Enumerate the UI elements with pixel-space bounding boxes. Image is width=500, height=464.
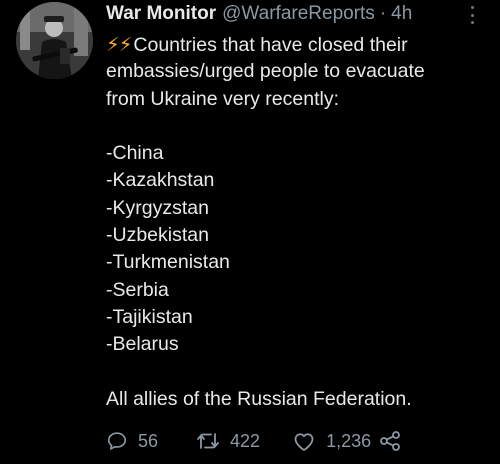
reply-icon (107, 432, 127, 450)
tweet-closing-line: All allies of the Russian Federation. (106, 387, 412, 410)
share-icon (380, 431, 401, 451)
avatar[interactable] (16, 2, 93, 79)
tweet-text: ⚡⚡ Countries that have closed their embas… (106, 31, 486, 413)
retweet-count: 422 (230, 430, 261, 451)
more-icon[interactable] (465, 4, 479, 26)
share-button[interactable] (379, 430, 403, 452)
reply-count: 56 (138, 430, 159, 451)
country-list-item: -Serbia (106, 278, 169, 301)
like-icon (294, 433, 314, 451)
like-count: 1,236 (326, 430, 372, 451)
tweet-timestamp[interactable]: 4h (391, 3, 412, 25)
separator-dot: · (379, 3, 387, 24)
country-list-item: -Turkmenistan (106, 251, 230, 274)
lightning-emoji-icon: ⚡⚡ (106, 33, 132, 56)
like-button[interactable]: 1,236 (292, 430, 371, 452)
country-list-item: -Tajikistan (106, 305, 193, 328)
country-list-item: -Uzbekistan (106, 224, 209, 247)
retweet-button[interactable]: 422 (196, 430, 260, 452)
country-list-item: -China (106, 142, 164, 165)
tweet-text-line: ⚡⚡ Countries that have closed their (106, 33, 408, 56)
tweet-text-line: embassies/urged people to evacuate (106, 60, 425, 83)
tweet-actions: 56 422 1,236 (106, 428, 403, 454)
country-list-item: -Belarus (106, 333, 179, 356)
country-list-item: -Kyrgyzstan (106, 196, 209, 219)
tweet-text-line: from Ukraine very recently: (106, 87, 339, 110)
reply-button[interactable]: 56 (106, 430, 158, 452)
author-display-name[interactable]: War Monitor (106, 3, 216, 25)
tweet-header: War Monitor @WarfareReports · 4h (106, 2, 412, 26)
retweet-icon (197, 433, 219, 449)
country-list-item: -Kazakhstan (106, 169, 215, 192)
author-handle[interactable]: @WarfareReports (222, 3, 375, 25)
